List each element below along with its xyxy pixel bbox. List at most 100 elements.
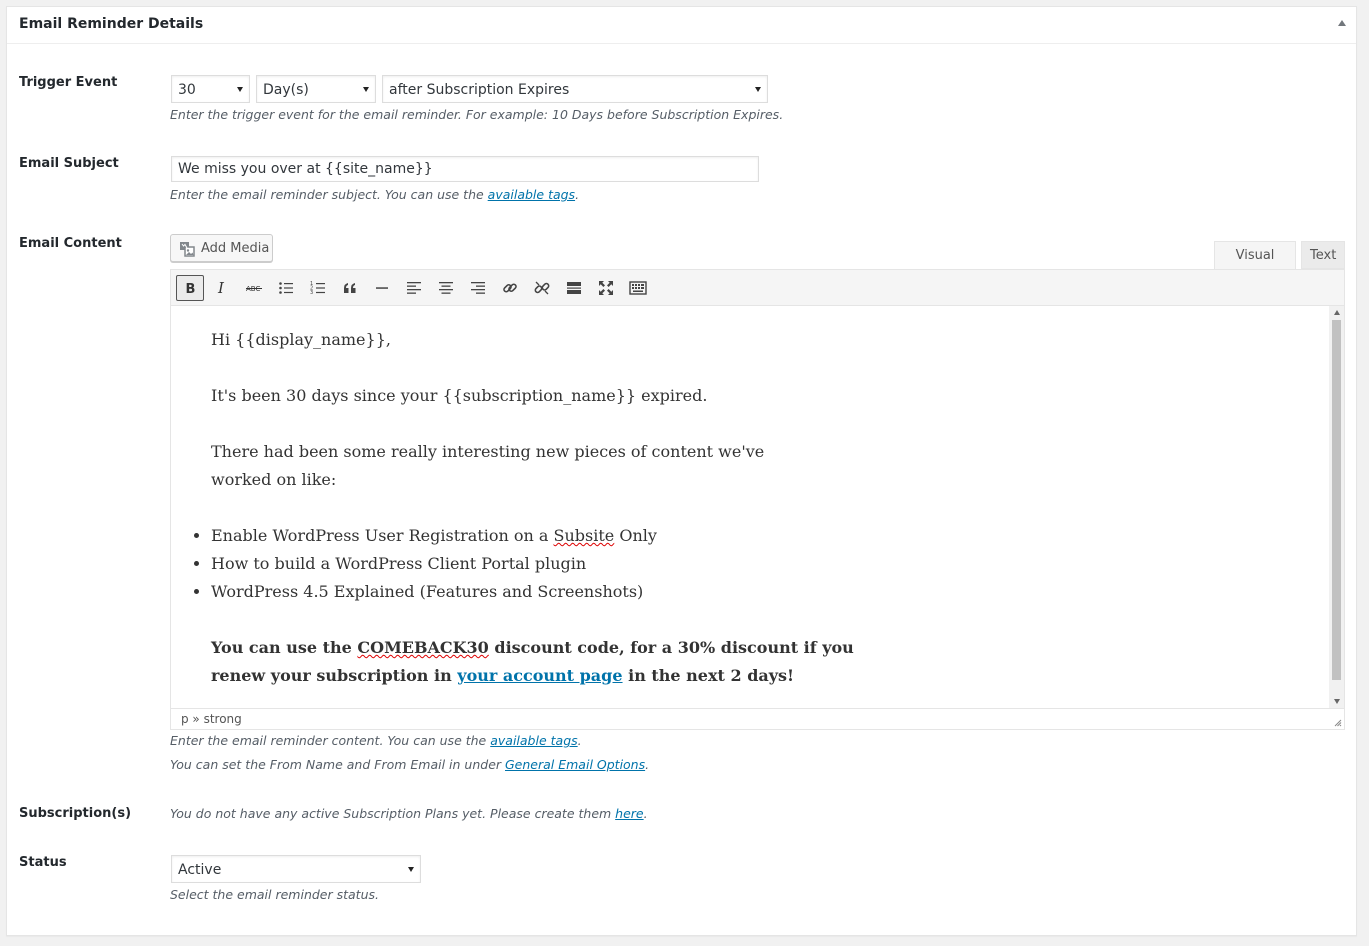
align-right-icon bbox=[471, 282, 485, 294]
email-reminder-details-panel: Email Reminder Details Trigger Event 30 … bbox=[6, 6, 1357, 936]
general-email-options-link[interactable]: General Email Options bbox=[505, 757, 645, 772]
align-left-button[interactable] bbox=[400, 275, 428, 301]
add-media-label: Add Media bbox=[201, 241, 270, 256]
panel-header: Email Reminder Details bbox=[7, 7, 1356, 44]
horizontal-line-button[interactable] bbox=[368, 275, 396, 301]
content-list: Enable WordPress User Registration on a … bbox=[171, 522, 657, 606]
link-button[interactable] bbox=[496, 275, 524, 301]
trigger-count-select[interactable]: 30 bbox=[171, 75, 250, 103]
from-email-description: You can set the From Name and From Email… bbox=[170, 757, 649, 772]
add-media-button[interactable]: Add Media bbox=[170, 234, 273, 262]
from-email-description-suffix: . bbox=[645, 757, 650, 772]
subject-description: Enter the email reminder subject. You ca… bbox=[170, 187, 579, 202]
editor-statusbar: p » strong bbox=[170, 708, 1345, 730]
list-item-text-suffix: Only bbox=[614, 526, 657, 545]
discount-code: COMEBACK30 bbox=[357, 638, 489, 657]
list-item: WordPress 4.5 Explained (Features and Sc… bbox=[211, 578, 657, 606]
svg-text:I: I bbox=[217, 280, 225, 296]
resize-handle-icon[interactable] bbox=[1334, 719, 1342, 727]
editor-toolbar: B I ABC 123 bbox=[170, 269, 1345, 306]
content-description-text: Enter the email reminder content. You ca… bbox=[170, 733, 491, 748]
subscriptions-notice-text: You do not have any active Subscription … bbox=[170, 806, 616, 821]
email-subject-value: We miss you over at {{site_name}} bbox=[178, 161, 433, 177]
email-subject-label: Email Subject bbox=[19, 156, 119, 171]
editor-scrollbar[interactable] bbox=[1329, 306, 1344, 708]
blockquote-icon bbox=[344, 283, 356, 293]
email-subject-input[interactable]: We miss you over at {{site_name}} bbox=[171, 156, 759, 182]
subject-description-text: Enter the email reminder subject. You ca… bbox=[170, 187, 488, 202]
chevron-down-icon bbox=[755, 87, 761, 92]
unlink-button[interactable] bbox=[528, 275, 556, 301]
subject-available-tags-link[interactable]: available tags bbox=[488, 187, 575, 202]
misspelled-word: Subsite bbox=[553, 526, 615, 545]
bullet-list-button[interactable] bbox=[272, 275, 300, 301]
scroll-down-icon[interactable] bbox=[1334, 699, 1340, 704]
content-available-tags-link[interactable]: available tags bbox=[490, 733, 577, 748]
toolbar-toggle-icon bbox=[629, 281, 647, 295]
content-description-suffix: . bbox=[577, 733, 582, 748]
svg-text:B: B bbox=[186, 282, 196, 296]
panel-title: Email Reminder Details bbox=[19, 16, 204, 32]
trigger-description: Enter the trigger event for the email re… bbox=[170, 107, 784, 122]
svg-text:3: 3 bbox=[310, 290, 313, 296]
collapse-toggle-icon[interactable] bbox=[1338, 20, 1346, 26]
trigger-unit-select[interactable]: Day(s) bbox=[256, 75, 376, 103]
list-item-text: Enable WordPress User Registration on a bbox=[211, 526, 554, 545]
scrollbar-thumb[interactable] bbox=[1332, 320, 1341, 680]
unlink-icon bbox=[534, 281, 550, 295]
cta-text-a: You can use the bbox=[211, 638, 358, 657]
status-select[interactable]: Active bbox=[171, 855, 421, 883]
tab-visual[interactable]: Visual bbox=[1214, 241, 1296, 269]
chevron-down-icon bbox=[408, 867, 414, 872]
read-more-button[interactable] bbox=[560, 275, 588, 301]
bold-button[interactable]: B bbox=[176, 275, 204, 301]
editor-content-area[interactable]: Hi {{display_name}}, It's been 30 days s… bbox=[170, 306, 1345, 708]
subject-description-suffix: . bbox=[575, 187, 580, 202]
content-description: Enter the email reminder content. You ca… bbox=[170, 733, 582, 748]
align-right-button[interactable] bbox=[464, 275, 492, 301]
trigger-event-value: after Subscription Expires bbox=[389, 82, 570, 98]
italic-button[interactable]: I bbox=[208, 275, 236, 301]
numbered-list-button[interactable]: 123 bbox=[304, 275, 332, 301]
email-cta-paragraph: You can use the COMEBACK30 discount code… bbox=[211, 634, 854, 690]
status-label: Status bbox=[19, 855, 67, 870]
status-description: Select the email reminder status. bbox=[170, 887, 379, 902]
email-paragraph-2-line-a: There had been some really interesting n… bbox=[211, 442, 765, 461]
chevron-down-icon bbox=[363, 87, 369, 92]
chevron-down-icon bbox=[237, 87, 243, 92]
cta-text-d: in the next 2 days! bbox=[622, 666, 795, 685]
cta-text-b: discount code, for a 30% discount if you bbox=[488, 638, 854, 657]
strikethrough-icon: ABC bbox=[246, 285, 262, 293]
media-icon bbox=[180, 242, 195, 257]
read-more-icon bbox=[567, 282, 581, 294]
fullscreen-button[interactable] bbox=[592, 275, 620, 301]
align-left-icon bbox=[407, 282, 421, 294]
create-plans-link[interactable]: here bbox=[615, 806, 643, 821]
strikethrough-button[interactable]: ABC bbox=[240, 275, 268, 301]
link-icon bbox=[503, 283, 517, 293]
fullscreen-icon bbox=[599, 281, 613, 295]
align-center-button[interactable] bbox=[432, 275, 460, 301]
scroll-up-icon[interactable] bbox=[1334, 310, 1340, 315]
element-path: p » strong bbox=[181, 712, 242, 726]
trigger-count-value: 30 bbox=[178, 82, 196, 98]
trigger-event-select[interactable]: after Subscription Expires bbox=[382, 75, 768, 103]
tab-text[interactable]: Text bbox=[1301, 241, 1345, 269]
blockquote-button[interactable] bbox=[336, 275, 364, 301]
email-greeting: Hi {{display_name}}, bbox=[211, 330, 391, 349]
bold-icon: B bbox=[186, 282, 196, 296]
list-item: Enable WordPress User Registration on a … bbox=[211, 522, 657, 550]
subscriptions-notice-suffix: . bbox=[643, 806, 648, 821]
status-value: Active bbox=[178, 862, 222, 878]
email-paragraph-2: There had been some really interesting n… bbox=[211, 438, 764, 494]
account-page-link[interactable]: your account page bbox=[457, 666, 622, 685]
toolbar-toggle-button[interactable] bbox=[624, 275, 652, 301]
horizontal-line-icon bbox=[376, 287, 388, 289]
cta-text-c: renew your subscription in bbox=[211, 666, 458, 685]
italic-icon: I bbox=[217, 280, 225, 296]
subscriptions-label: Subscription(s) bbox=[19, 806, 132, 821]
subscriptions-notice: You do not have any active Subscription … bbox=[170, 806, 648, 821]
align-center-icon bbox=[439, 282, 453, 294]
numbered-list-icon: 123 bbox=[310, 281, 325, 296]
trigger-unit-value: Day(s) bbox=[263, 82, 309, 98]
